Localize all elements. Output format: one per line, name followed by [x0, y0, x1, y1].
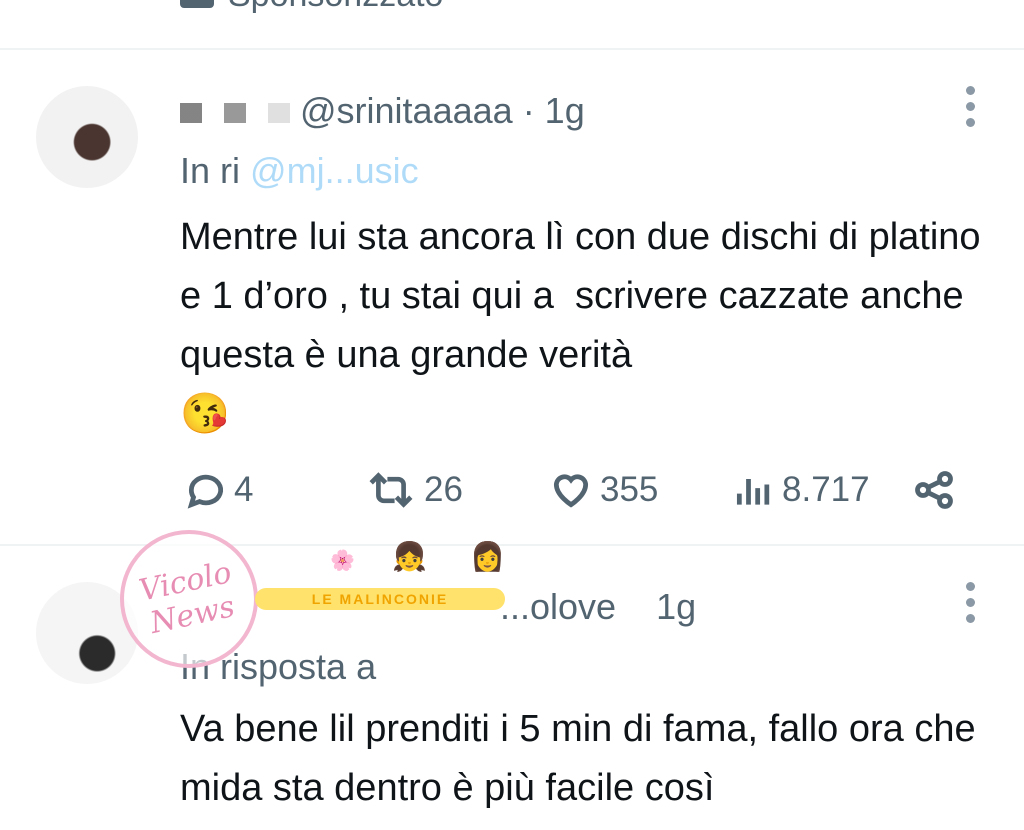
tweet-text: Mentre lui sta ancora lì con due dischi … [180, 208, 1000, 445]
like-count: 355 [600, 470, 659, 509]
display-name-redacted [180, 103, 290, 124]
tweet-actions: 4 26 355 8.717 [180, 468, 960, 512]
views-icon [736, 479, 770, 505]
view-count: 8.717 [782, 470, 870, 509]
avatar[interactable] [36, 86, 138, 188]
tweet-header: @srinitaaaaa · 1g [180, 90, 585, 132]
watermark-banner: LE MALINCONIE [255, 588, 505, 610]
views-button[interactable]: 8.717 [732, 468, 870, 512]
share-icon [915, 471, 953, 509]
tweet-text: Va bene lil prenditi i 5 min di fama, fa… [180, 708, 987, 809]
share-button[interactable] [912, 468, 956, 512]
sponsored-row: Sponsorizzato [180, 0, 443, 15]
timestamp[interactable]: · 1g [523, 90, 585, 131]
reply-count: 4 [234, 470, 254, 509]
reply-button[interactable]: 4 [184, 468, 253, 512]
reply-icon [187, 474, 223, 509]
cartoon-girl-icon: 👧 [392, 541, 427, 572]
like-button[interactable]: 355 [548, 468, 658, 512]
reply-prefix: In ri [180, 150, 241, 191]
reply-context: In ri @mj...usic [180, 150, 419, 192]
tweet-header: ...olove 1g [500, 586, 696, 628]
ad-icon [180, 0, 214, 8]
flower-icon: 🌸 [330, 550, 355, 572]
timestamp[interactable]: 1g [656, 586, 696, 627]
heart-icon [553, 474, 589, 508]
cartoon-girl-icon: 👩 [470, 541, 505, 572]
username[interactable]: @srinitaaaaa [300, 90, 513, 131]
kiss-emoji-icon: 😘 [180, 392, 230, 436]
retweet-icon [369, 472, 413, 508]
retweet-button[interactable]: 26 [364, 468, 463, 512]
tweet-text-body: Mentre lui sta ancora lì con due dischi … [180, 216, 992, 376]
sponsored-label: Sponsorizzato [228, 0, 443, 15]
username[interactable]: ...olove [500, 586, 616, 627]
more-options-icon[interactable] [966, 86, 978, 127]
more-options-icon[interactable] [966, 582, 978, 623]
reply-handle[interactable]: @mj...usic [250, 150, 419, 191]
retweet-count: 26 [424, 470, 463, 509]
